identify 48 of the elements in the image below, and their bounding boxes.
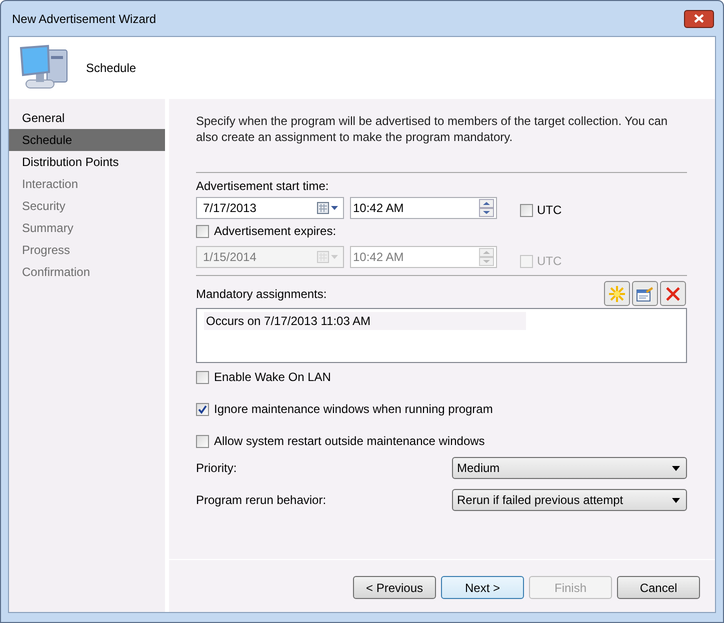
- wizard-step[interactable]: Interaction: [9, 173, 165, 195]
- option-label: Enable Wake On LAN: [214, 369, 331, 386]
- date-field[interactable]: 7/17/2013: [196, 197, 344, 219]
- checkbox[interactable]: [196, 434, 209, 448]
- spin-arrows-icon: [479, 199, 494, 217]
- wizard-step[interactable]: Progress: [9, 239, 165, 261]
- dropdown[interactable]: Rerun if failed previous attempt: [452, 489, 687, 511]
- mandatory-label: Mandatory assignments:: [196, 286, 327, 303]
- wizard-step[interactable]: Summary: [9, 217, 165, 239]
- close-button[interactable]: [684, 10, 714, 28]
- close-icon: [694, 14, 704, 23]
- calendar-dropdown-icon: [317, 202, 339, 214]
- assignments-list[interactable]: Occurs on 7/17/2013 11:03 AM: [196, 308, 687, 363]
- properties-icon: [636, 286, 654, 302]
- dropdown-arrow-icon: [672, 498, 680, 502]
- spin-arrows-icon: [479, 248, 494, 266]
- delete-button[interactable]: [660, 281, 686, 306]
- wizard-button[interactable]: Next >: [441, 576, 524, 599]
- checkbox[interactable]: [196, 370, 209, 384]
- checkbox[interactable]: [520, 204, 533, 216]
- dropdown-arrow-icon: [672, 466, 680, 470]
- starburst-icon: [608, 284, 626, 302]
- new-button[interactable]: [604, 281, 630, 306]
- description-text: Specify when the program will be advertised to members of the target collection. You can also create an assignment to make the program mandatory.: [196, 113, 669, 145]
- assignment-item[interactable]: Occurs on 7/17/2013 11:03 AM: [204, 312, 526, 330]
- time-field[interactable]: 10:42 AM: [350, 197, 497, 219]
- wizard-button[interactable]: Cancel: [617, 576, 700, 599]
- delete-icon: [665, 286, 681, 302]
- utc-label: UTC: [537, 202, 562, 219]
- expires-label: Advertisement expires:: [214, 223, 336, 240]
- utc-label: UTC: [537, 253, 562, 270]
- properties-button[interactable]: [632, 281, 658, 306]
- checkbox[interactable]: [196, 402, 209, 416]
- wizard-button[interactable]: < Previous: [353, 576, 436, 599]
- wizard-step[interactable]: Schedule: [9, 129, 165, 151]
- wizard-step[interactable]: Security: [9, 195, 165, 217]
- start-time-label: Advertisement start time:: [196, 178, 330, 193]
- window-title: New Advertisement Wizard: [12, 10, 156, 28]
- option-label: Ignore maintenance windows when running program: [214, 401, 493, 418]
- wizard-step[interactable]: Distribution Points: [9, 151, 165, 173]
- wizard-step[interactable]: General: [9, 107, 165, 129]
- dropdown[interactable]: Medium: [452, 457, 687, 479]
- field-label: Priority:: [196, 460, 237, 477]
- calendar-dropdown-icon: [317, 251, 339, 263]
- option-label: Allow system restart outside maintenance windows: [214, 433, 485, 450]
- page-title: Schedule: [86, 60, 136, 77]
- wizard-step[interactable]: Confirmation: [9, 261, 165, 283]
- field-label: Program rerun behavior:: [196, 492, 326, 509]
